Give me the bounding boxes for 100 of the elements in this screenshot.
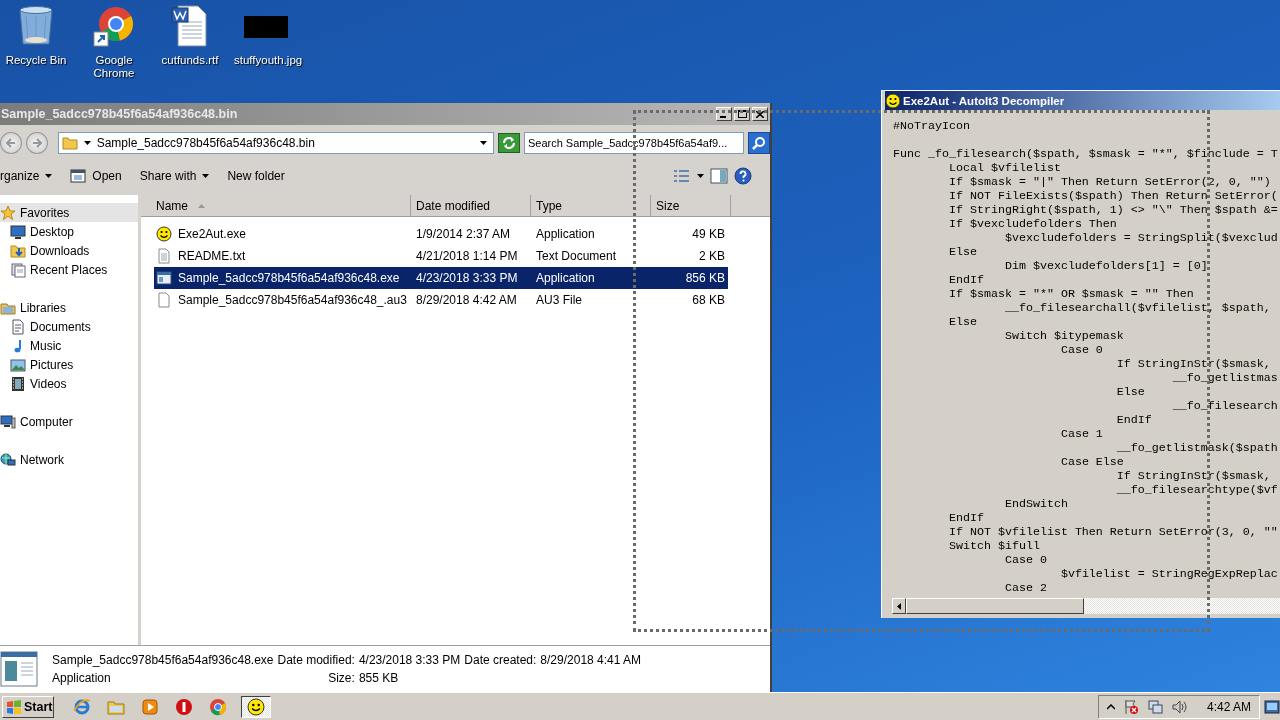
type-cell-text: Text Document bbox=[535, 249, 618, 263]
code-line: Switch $ifull bbox=[947, 539, 1041, 553]
code-line: __fo_filesearchall($vfilelist, $spath, bbox=[1003, 301, 1272, 315]
sidebar-item[interactable]: Videos bbox=[0, 374, 138, 393]
media-player-icon bbox=[141, 697, 159, 716]
toolbar-button[interactable]: New folder bbox=[221, 164, 291, 188]
views-caret-icon bbox=[697, 174, 704, 178]
code-line: If StringInStr($smask, bbox=[1115, 469, 1272, 483]
downloads-icon bbox=[10, 242, 26, 259]
desktop-icon-label[interactable]: Recycle Bin bbox=[4, 54, 68, 67]
toolbar-button[interactable]: rganize bbox=[0, 164, 59, 188]
chevron-up-icon[interactable] bbox=[1106, 703, 1115, 710]
type-cell-text: Application bbox=[535, 271, 596, 285]
sidebar-item[interactable]: Favorites bbox=[0, 203, 138, 222]
sidebar-item[interactable]: Documents bbox=[0, 317, 138, 336]
back-arrow-icon bbox=[5, 138, 16, 148]
computer-icon bbox=[0, 413, 16, 430]
desktop-icon-label[interactable]: Google Chrome bbox=[82, 54, 146, 80]
sidebar-item[interactable]: Recent Places bbox=[0, 260, 138, 279]
address-bar[interactable]: Sample_5adcc978b45f6a54af936c48.bin bbox=[57, 132, 495, 154]
sidebar-item[interactable]: Libraries bbox=[0, 298, 138, 317]
file-name: Exe2Aut.exe bbox=[178, 227, 247, 241]
start-button[interactable]: Start bbox=[2, 695, 54, 718]
show-desktop-icon[interactable] bbox=[1264, 699, 1280, 714]
code-line: #NoTrayIcon bbox=[893, 119, 971, 133]
sidebar-item[interactable]: Computer bbox=[0, 412, 138, 431]
file-type: Application bbox=[52, 671, 112, 685]
file-row[interactable]: README.txt 4/21/2018 1:14 PM Text Document 2 KB bbox=[154, 245, 728, 267]
maximize-icon bbox=[737, 110, 747, 118]
date-cell-text: 1/9/2014 2:37 AM bbox=[415, 227, 512, 241]
dropdown-caret-icon bbox=[480, 141, 488, 145]
preview-pane-icon[interactable] bbox=[710, 168, 728, 184]
scrollbar-thumb[interactable] bbox=[906, 598, 1084, 614]
file-name: Sample_5adcc978b45f6a54af936c48.exe bbox=[52, 653, 274, 667]
file-icon bbox=[156, 292, 172, 308]
size-cell-text: 2 KB bbox=[698, 249, 726, 263]
column-header[interactable]: Size bbox=[651, 195, 731, 216]
code-line: Dim $vexcludefolders[1] = [0] bbox=[1003, 259, 1209, 273]
refresh-button[interactable] bbox=[498, 133, 520, 153]
toolbar-button[interactable]: Open bbox=[64, 164, 128, 188]
refresh-icon bbox=[502, 137, 516, 149]
date-cell-text: 8/29/2018 4:42 AM bbox=[415, 293, 518, 307]
toolbar-button[interactable]: Share with bbox=[133, 164, 216, 188]
type-cell-text: AU3 File bbox=[535, 293, 583, 307]
code-line: If StringInStr($smask, bbox=[1115, 357, 1272, 371]
sort-arrow-icon bbox=[198, 203, 205, 208]
file-row[interactable]: Sample_5adcc978b45f6a54af936c48_.au3 8/29/2018 4:42 AM AU3 File 68 KB bbox=[154, 289, 728, 311]
sidebar-item[interactable]: Desktop bbox=[0, 222, 138, 241]
size-cell-text: 856 KB bbox=[684, 271, 726, 285]
flag-error-icon[interactable] bbox=[1122, 698, 1139, 715]
file-name: README.txt bbox=[178, 249, 246, 263]
code-line: __fo_getlistmask($spath bbox=[1115, 441, 1279, 455]
network-icon[interactable] bbox=[1146, 698, 1163, 715]
taskbar-button[interactable] bbox=[241, 695, 271, 718]
file-row[interactable]: Sample_5adcc978b45f6a54af936c48.exe 4/23/2018 3:33 PM Application 856 KB bbox=[154, 267, 728, 289]
caret-icon bbox=[202, 174, 210, 178]
code-line: Case 0 bbox=[1003, 553, 1048, 567]
left-arrow-icon bbox=[897, 602, 901, 610]
code-line: If $smask = "*" OR $smask = "" Then bbox=[947, 287, 1195, 301]
stop-sign-icon bbox=[175, 697, 193, 716]
monitor-icon bbox=[10, 223, 26, 240]
code-line: __fo_filesearch bbox=[1171, 399, 1279, 413]
code-line: Case 1 bbox=[1059, 427, 1104, 441]
videos-icon bbox=[10, 375, 26, 392]
file-name: Sample_5adcc978b45f6a54af936c48_.au3 bbox=[178, 293, 407, 307]
column-header[interactable]: Date modified bbox=[411, 195, 531, 216]
search-button[interactable] bbox=[748, 132, 770, 154]
date-cell-text: 4/23/2018 3:33 PM bbox=[415, 271, 519, 285]
window-title: Exe2Aut - AutoIt3 Decompiler bbox=[903, 94, 1065, 107]
scroll-left-button[interactable] bbox=[892, 598, 906, 614]
sidebar-item[interactable]: Network bbox=[0, 450, 138, 469]
date-cell-text: 4/21/2018 1:14 PM bbox=[415, 249, 519, 263]
clock[interactable]: 4:42 AM bbox=[1206, 699, 1251, 714]
column-header[interactable]: Name bbox=[141, 195, 411, 216]
sidebar-item[interactable]: Pictures bbox=[0, 355, 138, 374]
speaker-icon[interactable] bbox=[1170, 698, 1187, 715]
horizontal-scrollbar[interactable] bbox=[892, 598, 1280, 614]
help-icon[interactable] bbox=[734, 167, 752, 185]
open-icon bbox=[70, 168, 87, 184]
search-field[interactable]: Search Sample_5adcc978b45f6a54af9... bbox=[523, 132, 745, 154]
sidebar-item[interactable]: Music bbox=[0, 336, 138, 355]
sidebar-item[interactable]: Downloads bbox=[0, 241, 138, 260]
size-cell-text: 49 KB bbox=[691, 227, 726, 241]
code-line: If $smask = "|" Then Return SetError(2, 0, "") bbox=[947, 175, 1272, 189]
file-row[interactable]: Exe2Aut.exe 1/9/2014 2:37 AM Application 49 KB bbox=[154, 223, 728, 245]
code-line: EndSwitch bbox=[1003, 497, 1069, 511]
detail-label: Date modified: bbox=[277, 653, 355, 667]
code-line: Case 0 bbox=[1059, 343, 1104, 357]
window-title: Sample_5adcc978b45f6a54af936c48.bin bbox=[0, 107, 239, 121]
application-icon bbox=[156, 270, 172, 286]
code-line: If NOT $vfilelist Then Return SetError(3, 0, "" bbox=[947, 525, 1279, 539]
close-icon bbox=[756, 110, 764, 118]
code-line: If $vexcludefolders Then bbox=[947, 217, 1118, 231]
desktop-icon-label[interactable]: cutfunds.rtf bbox=[158, 54, 222, 67]
code-line: Case 2 bbox=[1003, 581, 1048, 595]
column-header[interactable]: Type bbox=[531, 195, 651, 216]
forward-arrow-icon bbox=[31, 138, 42, 148]
code-line: $vfilelist = StringRegExpReplac bbox=[1059, 567, 1279, 581]
browser-icon bbox=[209, 697, 227, 716]
code-line: Else bbox=[947, 315, 978, 329]
